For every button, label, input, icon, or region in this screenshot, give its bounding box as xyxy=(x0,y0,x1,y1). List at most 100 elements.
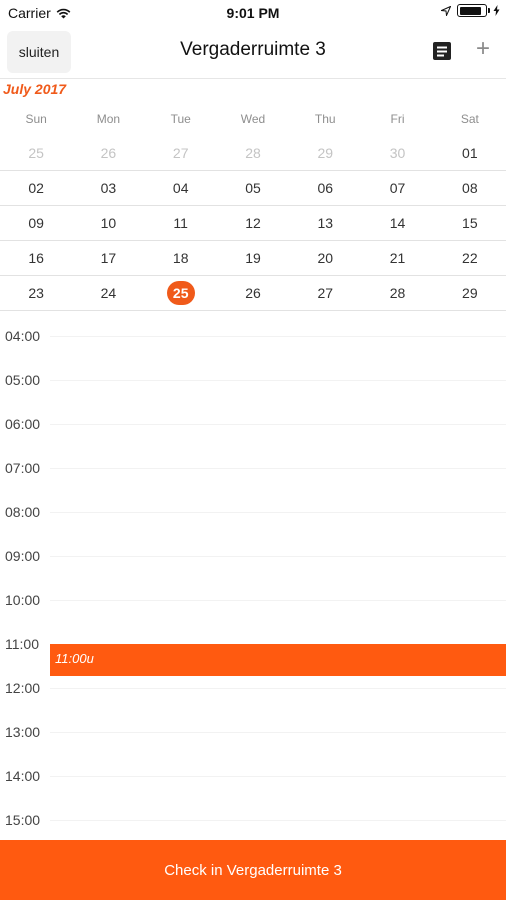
weekday-label: Sun xyxy=(25,112,47,126)
weekday-label: Tue xyxy=(170,112,191,126)
weekday-label: Mon xyxy=(96,112,121,126)
calendar-day[interactable]: 05 xyxy=(217,171,289,205)
weekday-label: Sat xyxy=(460,112,479,126)
calendar-day[interactable]: 27 xyxy=(289,276,361,310)
calendar-day[interactable]: 09 xyxy=(0,206,72,240)
status-right-group xyxy=(441,4,500,17)
hour-row: 15:00 xyxy=(0,791,506,835)
calendar-day[interactable]: 01 xyxy=(434,136,506,170)
month-label: July 2017 xyxy=(3,81,67,97)
calendar-day-number: 27 xyxy=(317,285,334,301)
hour-row: 13:00 xyxy=(0,703,506,747)
hour-row: 10:00 xyxy=(0,571,506,615)
calendar-day[interactable]: 25 xyxy=(0,136,72,170)
calendar-day[interactable]: 23 xyxy=(0,276,72,310)
calendar-day[interactable]: 12 xyxy=(217,206,289,240)
hour-divider xyxy=(50,336,506,337)
hour-label: 08:00 xyxy=(5,504,41,520)
calendar-day-number: 26 xyxy=(245,285,261,301)
calendar-day[interactable]: 17 xyxy=(72,241,144,275)
status-bar: Carrier 9:01 PM xyxy=(0,0,506,26)
hour-divider xyxy=(50,600,506,601)
list-icon[interactable] xyxy=(432,41,452,61)
calendar-day[interactable]: 22 xyxy=(434,241,506,275)
calendar-day[interactable]: 14 xyxy=(361,206,433,240)
calendar-day-number: 12 xyxy=(245,215,261,231)
hour-label: 09:00 xyxy=(5,548,41,564)
calendar-week-row: 09 10 11 12 13 14 15 xyxy=(0,206,506,241)
plus-icon[interactable]: + xyxy=(472,37,494,61)
calendar-day[interactable]: 26 xyxy=(217,276,289,310)
calendar-day-number: 02 xyxy=(28,180,44,196)
calendar-day-number: 18 xyxy=(172,250,189,266)
calendar-day[interactable]: 30 xyxy=(361,136,433,170)
status-time: 9:01 PM xyxy=(226,5,280,21)
hour-divider xyxy=(50,732,506,733)
calendar-day-number: 01 xyxy=(462,145,478,161)
calendar-day[interactable]: 16 xyxy=(0,241,72,275)
calendar-day-number: 22 xyxy=(462,250,478,266)
calendar-day[interactable]: 21 xyxy=(361,241,433,275)
calendar-grid: 25 26 27 28 29 30 01 02 03 04 05 06 07 08 09 10 11 12 13 14… xyxy=(0,136,506,311)
calendar-day[interactable]: 26 xyxy=(72,136,144,170)
calendar-day[interactable]: 29 xyxy=(289,136,361,170)
hour-row: 07:00 xyxy=(0,439,506,483)
checkin-button[interactable]: Check in Vergaderruimte 3 xyxy=(0,840,506,900)
calendar-day[interactable]: 29 xyxy=(434,276,506,310)
calendar-day[interactable]: 18 xyxy=(145,241,217,275)
hour-row: 04:00 xyxy=(0,307,506,351)
calendar-day[interactable]: 28 xyxy=(217,136,289,170)
calendar-day-number: 13 xyxy=(317,215,334,231)
hour-divider xyxy=(50,820,506,821)
day-timeline[interactable]: 04:00 05:00 06:00 07:00 08:00 09:00 10:00 11:00… xyxy=(0,307,506,840)
calendar-day-number: 23 xyxy=(28,285,44,301)
calendar-day[interactable]: 03 xyxy=(72,171,144,205)
calendar-day-number: 24 xyxy=(100,285,117,301)
calendar-day-number: 07 xyxy=(389,180,406,196)
calendar-day-number: 09 xyxy=(28,215,44,231)
hour-divider xyxy=(50,468,506,469)
page-title: Vergaderruimte 3 xyxy=(180,39,326,60)
calendar-day-number: 16 xyxy=(28,250,44,266)
hour-label: 05:00 xyxy=(5,372,41,388)
calendar-day[interactable]: 15 xyxy=(434,206,506,240)
location-arrow-icon xyxy=(441,5,451,16)
hour-row: 05:00 xyxy=(0,351,506,395)
hour-label: 13:00 xyxy=(5,724,41,740)
calendar-day[interactable]: 06 xyxy=(289,171,361,205)
calendar-day[interactable]: 20 xyxy=(289,241,361,275)
hour-row: 14:00 xyxy=(0,747,506,791)
calendar-day-number: 28 xyxy=(245,145,261,161)
calendar-day[interactable]: 02 xyxy=(0,171,72,205)
calendar-day-number: 29 xyxy=(317,145,334,161)
calendar-week-row: 02 03 04 05 06 07 08 xyxy=(0,171,506,206)
calendar-day-number: 15 xyxy=(462,215,478,231)
hour-label: 12:00 xyxy=(5,680,41,696)
calendar-day[interactable]: 28 xyxy=(361,276,433,310)
hour-divider xyxy=(50,424,506,425)
hour-divider xyxy=(50,556,506,557)
weekday-label: Thu xyxy=(314,112,336,126)
calendar-day[interactable]: 27 xyxy=(145,136,217,170)
hour-row: 09:00 xyxy=(0,527,506,571)
calendar-day-number: 25 xyxy=(166,281,195,305)
calendar-day[interactable]: 10 xyxy=(72,206,144,240)
hour-divider xyxy=(50,380,506,381)
hour-label: 07:00 xyxy=(5,460,41,476)
event-label: 11:00u xyxy=(55,651,94,666)
calendar-day[interactable]: 11 xyxy=(145,206,217,240)
event-block[interactable]: 11:00u xyxy=(50,644,506,676)
calendar-day[interactable]: 19 xyxy=(217,241,289,275)
calendar-day-number: 29 xyxy=(462,285,478,301)
calendar-day-number: 04 xyxy=(172,180,189,196)
calendar-day-selected[interactable]: 25 xyxy=(145,276,217,310)
calendar-day-number: 26 xyxy=(100,145,117,161)
calendar-day[interactable]: 04 xyxy=(145,171,217,205)
calendar-week-row: 23 24 25 26 27 28 29 xyxy=(0,276,506,311)
calendar-day[interactable]: 13 xyxy=(289,206,361,240)
calendar-day[interactable]: 07 xyxy=(361,171,433,205)
calendar-day-number: 30 xyxy=(389,145,406,161)
battery-icon xyxy=(457,4,490,17)
calendar-day[interactable]: 08 xyxy=(434,171,506,205)
calendar-day[interactable]: 24 xyxy=(72,276,144,310)
